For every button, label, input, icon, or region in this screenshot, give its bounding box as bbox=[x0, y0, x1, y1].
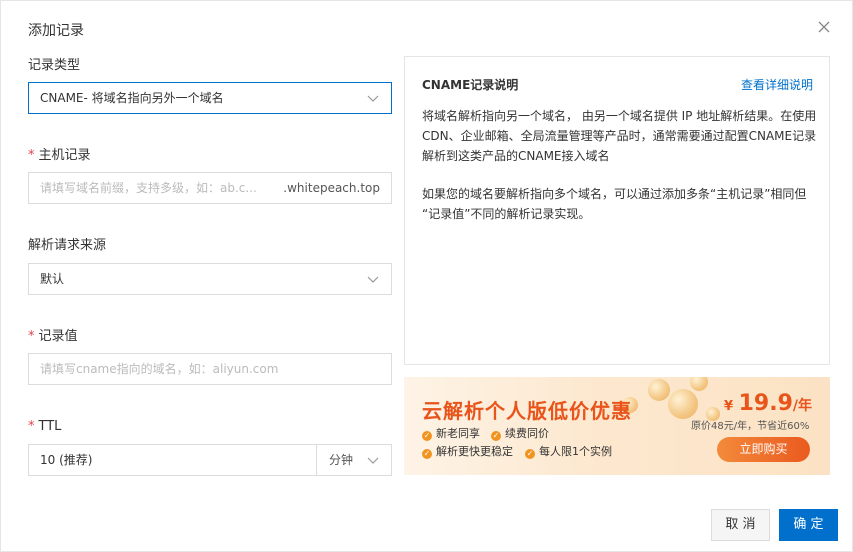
host-input[interactable]: 请填写域名前缀，支持多级，如：ab.c... .whitepeach.top bbox=[28, 172, 392, 204]
coin-decoration bbox=[690, 377, 708, 391]
record-type-value: CNAME- 将域名指向另外一个域名 bbox=[40, 91, 224, 105]
required-mark: * bbox=[28, 148, 35, 163]
divider bbox=[316, 445, 317, 475]
promo-feature: ✓ 新老同享 bbox=[422, 427, 480, 441]
check-icon: ✓ bbox=[422, 449, 432, 459]
promo-feature: ✓ 解析更快更稳定 bbox=[422, 445, 513, 459]
promo-price: ¥ 19.9/年 bbox=[724, 391, 813, 416]
chevron-down-icon bbox=[367, 276, 379, 283]
record-value-label: * 记录值 bbox=[28, 329, 78, 344]
promo-feature: ✓ 每人限1个实例 bbox=[525, 445, 612, 459]
add-record-dialog: 添加记录 记录类型 CNAME- 将域名指向另外一个域名 * 主机记录 请填写域名… bbox=[0, 0, 853, 552]
record-value-input[interactable]: 请填写cname指向的域名，如：aliyun.com bbox=[28, 353, 392, 385]
help-title: CNAME记录说明 bbox=[422, 78, 519, 92]
ttl-value: 10 (推荐) bbox=[40, 453, 93, 467]
ttl-unit[interactable]: 分钟 bbox=[329, 445, 353, 475]
record-type-label: 记录类型 bbox=[28, 58, 81, 73]
help-paragraph-1: 将域名解析指向另一个域名， 由另一个域名提供 IP 地址解析结果。在使用 CDN… bbox=[422, 109, 817, 163]
source-select[interactable]: 默认 bbox=[28, 263, 392, 295]
record-type-field: 记录类型 CNAME- 将域名指向另外一个域名 bbox=[28, 57, 392, 114]
buy-now-button[interactable]: 立即购买 bbox=[717, 437, 810, 462]
close-icon[interactable] bbox=[816, 19, 832, 35]
coin-decoration bbox=[668, 389, 698, 419]
check-icon: ✓ bbox=[525, 449, 535, 459]
dialog-title: 添加记录 bbox=[28, 23, 84, 39]
host-field: * 主机记录 请填写域名前缀，支持多级，如：ab.c... .whitepeach… bbox=[28, 147, 392, 204]
domain-suffix: .whitepeach.top bbox=[283, 181, 380, 195]
record-value-placeholder: 请填写cname指向的域名，如：aliyun.com bbox=[40, 362, 279, 376]
required-mark: * bbox=[28, 419, 35, 434]
original-price: 原价48元/年，节省近60% bbox=[691, 421, 810, 432]
coin-decoration bbox=[648, 379, 670, 401]
check-icon: ✓ bbox=[422, 431, 432, 441]
ttl-field: * TTL 10 (推荐) 分钟 bbox=[28, 418, 392, 476]
required-mark: * bbox=[28, 329, 35, 344]
promo-title: 云解析个人版低价优惠 bbox=[422, 399, 632, 423]
ttl-label: * TTL bbox=[28, 419, 62, 434]
chevron-down-icon bbox=[367, 457, 379, 464]
record-type-select[interactable]: CNAME- 将域名指向另外一个域名 bbox=[28, 82, 392, 114]
host-label: * 主机记录 bbox=[28, 148, 91, 163]
source-label: 解析请求来源 bbox=[28, 238, 107, 253]
promo-feature: ✓ 续费同价 bbox=[491, 427, 549, 441]
ttl-select[interactable]: 10 (推荐) 分钟 bbox=[28, 444, 392, 476]
confirm-button[interactable]: 确 定 bbox=[779, 509, 838, 541]
host-placeholder: 请填写域名前缀，支持多级，如：ab.c... bbox=[40, 181, 257, 195]
record-value-field: * 记录值 请填写cname指向的域名，如：aliyun.com bbox=[28, 328, 392, 385]
help-paragraph-2: 如果您的域名要解析指向多个域名，可以通过添加多条“主机记录”相同但 “记录值”不… bbox=[422, 187, 807, 221]
check-icon: ✓ bbox=[491, 431, 501, 441]
view-details-link[interactable]: 查看详细说明 bbox=[741, 76, 813, 93]
chevron-down-icon bbox=[367, 95, 379, 102]
cancel-button[interactable]: 取 消 bbox=[711, 509, 770, 541]
source-field: 解析请求来源 默认 bbox=[28, 237, 392, 295]
cname-help-panel: CNAME记录说明 查看详细说明 将域名解析指向另一个域名， 由另一个域名提供 … bbox=[404, 56, 830, 365]
source-value: 默认 bbox=[40, 272, 65, 286]
promo-banner[interactable]: 云解析个人版低价优惠 ✓ 新老同享 ✓ 续费同价 ✓ 解析更快更稳定 ✓ 每人限1个实例… bbox=[404, 377, 830, 475]
